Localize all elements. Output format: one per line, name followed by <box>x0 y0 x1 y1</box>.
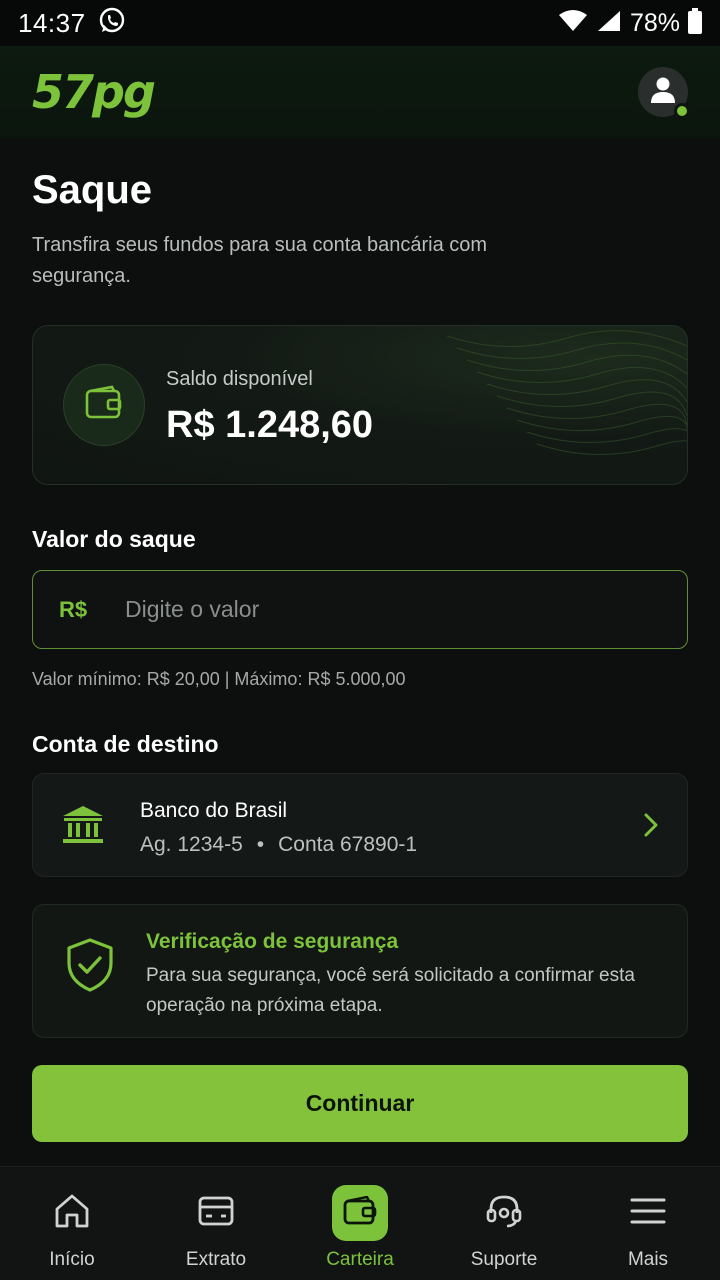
wave-pattern <box>447 330 687 472</box>
user-icon <box>650 76 676 109</box>
profile-avatar[interactable] <box>638 67 690 119</box>
status-time: 14:37 <box>18 7 86 38</box>
nav-label: Suporte <box>470 1249 538 1270</box>
battery-percent: 78% <box>629 8 680 37</box>
bank-agency: Ag. 1234-5 <box>140 833 243 856</box>
signal-icon <box>596 9 622 38</box>
nav-label: Extrato <box>185 1249 247 1270</box>
nav-item-suporte[interactable]: Suporte <box>432 1167 576 1280</box>
whatsapp-icon <box>98 7 126 40</box>
shield-check-icon <box>65 937 115 998</box>
bank-account-number: Conta 67890-1 <box>278 833 418 856</box>
destination-account-label: Conta de destino <box>32 731 219 757</box>
bank-name: Banco do Brasil <box>140 799 288 822</box>
balance-value: R$ 1.248,60 <box>166 404 374 446</box>
bank-icon <box>61 804 105 851</box>
battery-icon <box>688 7 702 39</box>
page-title: Saque <box>32 168 153 212</box>
continue-button[interactable]: Continuar <box>32 1065 688 1142</box>
app-header: 57pg <box>0 46 720 138</box>
balance-label: Saldo disponível <box>166 368 313 390</box>
balance-card: Saldo disponível R$ 1.248,60 <box>32 325 688 485</box>
security-title: Verificação de segurança <box>146 930 399 953</box>
headset-icon <box>485 1193 523 1234</box>
nav-item-mais[interactable]: Mais <box>576 1167 720 1280</box>
nav-icon-container <box>332 1185 388 1241</box>
separator-dot: • <box>256 833 265 856</box>
bottom-nav: Início Extrato Carteira Suporte Mais <box>0 1166 720 1280</box>
chevron-right-icon <box>643 812 659 843</box>
nav-label: Carteira <box>326 1249 394 1270</box>
amount-field[interactable]: R$ <box>32 570 688 649</box>
nav-icon-container <box>620 1185 676 1241</box>
wallet-icon <box>343 1195 377 1231</box>
nav-icon-container <box>476 1185 532 1241</box>
page-subtitle: Transfira seus fundos para sua conta ban… <box>32 234 488 287</box>
destination-account-selector[interactable]: Banco do Brasil Ag. 1234-5 • Conta 67890… <box>32 773 688 877</box>
withdraw-limits: Valor mínimo: R$ 20,00 | Máximo: R$ 5.00… <box>32 669 406 689</box>
nav-label: Início <box>49 1249 95 1270</box>
withdraw-amount-label: Valor do saque <box>32 526 196 552</box>
menu-icon <box>630 1196 666 1231</box>
card-icon <box>197 1194 235 1233</box>
nav-icon-container <box>44 1185 100 1241</box>
wallet-badge <box>63 364 145 446</box>
bank-account-details: Ag. 1234-5 • Conta 67890-1 <box>140 833 417 857</box>
status-bar: 14:37 78% <box>0 0 720 46</box>
security-text: Para sua segurança, você será solicitado… <box>146 965 635 1016</box>
nav-icon-container <box>188 1185 244 1241</box>
nav-item-extrato[interactable]: Extrato <box>144 1167 288 1280</box>
currency-prefix: R$ <box>59 596 88 622</box>
wallet-icon <box>84 385 124 426</box>
nav-label: Mais <box>627 1249 669 1270</box>
security-notice: Verificação de segurança Para sua segura… <box>32 904 688 1038</box>
home-icon <box>53 1193 91 1234</box>
brand-logo[interactable]: 57pg <box>32 65 156 119</box>
amount-input[interactable] <box>125 596 687 623</box>
nav-item-inicio[interactable]: Início <box>0 1167 144 1280</box>
online-status-dot <box>674 103 690 119</box>
wifi-icon <box>558 9 588 38</box>
nav-item-carteira[interactable]: Carteira <box>288 1167 432 1280</box>
